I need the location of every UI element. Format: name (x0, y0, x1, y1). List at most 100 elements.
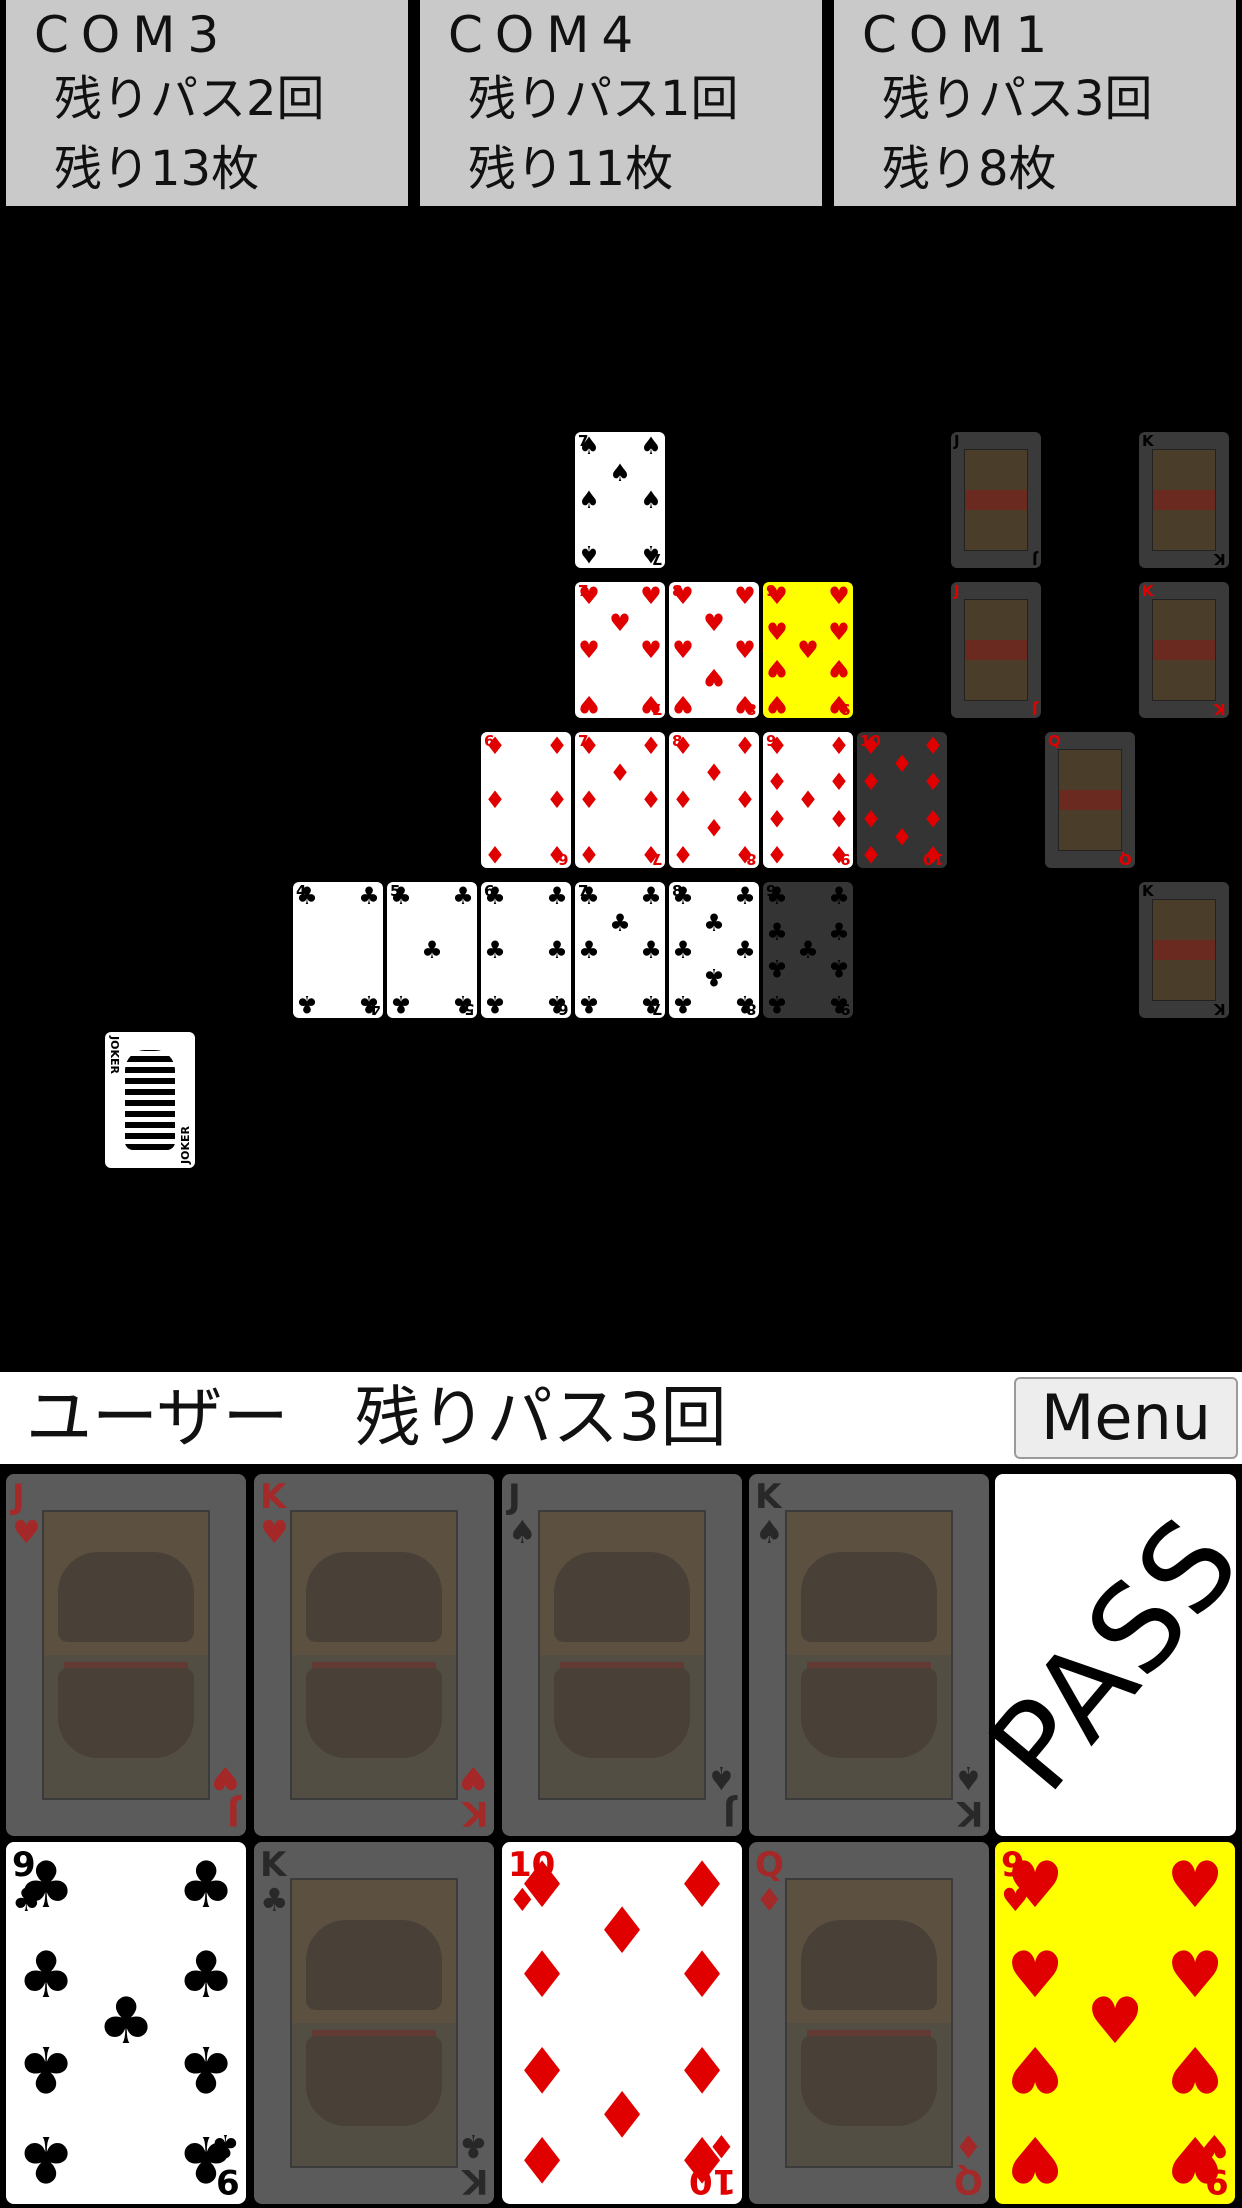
club-icon: ♣ (766, 954, 788, 983)
card-pips: ♣ ♣ ♣ ♣ ♣ ♣ (484, 884, 568, 1018)
heart-icon: ♥ (1166, 1938, 1224, 2013)
face-card-portrait (1152, 599, 1216, 701)
card-rank: J (954, 582, 960, 600)
face-card-portrait (42, 1510, 210, 1800)
diamond-icon: ♦ (860, 804, 882, 833)
menu-button[interactable]: Menu (1014, 1377, 1238, 1459)
club-icon: ♣ (640, 882, 662, 910)
card-rank: JOKER (108, 1036, 121, 1074)
card-rank: Q (1119, 850, 1132, 868)
card-rank: 6 (557, 1000, 568, 1018)
club-icon: ♣ (703, 909, 725, 937)
card-rank: 8 (745, 1000, 756, 1018)
card-rank: 9 (839, 700, 850, 718)
club-icon: ♣ (672, 882, 694, 910)
heart-icon: ♥ (260, 1513, 289, 1551)
diamond-icon: ♦ (609, 759, 631, 787)
club-icon: ♣ (828, 954, 850, 983)
diamond-icon: ♦ (703, 759, 725, 787)
heart-icon: ♥ (766, 582, 788, 610)
opponent-passes-left: 残りパス2回 (54, 71, 325, 127)
table-card: 8 ♦ ♦ ♦ ♦ ♦ ♦ ♦ ♦ 8 (669, 732, 759, 868)
card-pips: ♣ ♣ ♣ ♣ ♣ ♣ ♣ (578, 884, 662, 1018)
diamond-icon: ♦ (828, 732, 850, 760)
opponent-panel: COM3 残りパス2回 残り13枚 (6, 0, 408, 206)
club-icon: ♣ (177, 2031, 235, 2106)
card-rank: 9 (839, 1000, 850, 1018)
diamond-icon: ♦ (707, 2127, 736, 2165)
spade-icon: ♠ (640, 432, 662, 460)
diamond-icon: ♦ (484, 840, 506, 868)
face-card-portrait (1152, 449, 1216, 551)
card-rank: K (1142, 882, 1154, 900)
diamond-icon: ♦ (954, 2127, 983, 2165)
heart-icon: ♥ (766, 690, 788, 718)
card-rank: 7 (651, 850, 662, 868)
club-icon: ♣ (484, 990, 506, 1018)
club-icon: ♣ (766, 990, 788, 1018)
club-icon: ♣ (211, 2127, 240, 2165)
diamond-icon: ♦ (640, 732, 662, 760)
club-icon: ♣ (609, 909, 631, 937)
face-card-portrait (290, 1510, 458, 1800)
card-pips: ♦ ♦ ♦ ♦ ♦ ♦ ♦ ♦ ♦ ♦ (860, 734, 944, 868)
hand-card[interactable]: J ♠ J ♠ (502, 1474, 742, 1836)
diamond-icon: ♦ (673, 1938, 731, 2013)
diamond-icon: ♦ (513, 2121, 571, 2195)
heart-icon: ♥ (640, 582, 662, 610)
card-rank: 5 (463, 1000, 474, 1018)
hand-card[interactable]: 9 ♥ ♥ ♥ ♥ ♥ ♥ ♥ ♥ ♥ ♥ 9 ♥ (995, 1842, 1235, 2204)
card-rank: J (1032, 550, 1038, 568)
card-pips: ♣ ♣ ♣ ♣ ♣ (390, 884, 474, 1018)
card-rank: K (1214, 1000, 1226, 1018)
card-rank: 7 (651, 700, 662, 718)
table-card: 10 ♦ ♦ ♦ ♦ ♦ ♦ ♦ ♦ ♦ ♦ 10 (857, 732, 947, 868)
diamond-icon: ♦ (703, 813, 725, 841)
card-rank: 10 (923, 850, 944, 868)
club-icon: ♣ (390, 882, 412, 910)
card-rank: 4 (369, 1000, 380, 1018)
hand-card[interactable]: K ♠ K ♠ (749, 1474, 989, 1836)
face-card-portrait (1058, 749, 1122, 851)
club-icon: ♣ (452, 882, 474, 910)
club-icon: ♣ (734, 882, 756, 910)
table-card: 7 ♣ ♣ ♣ ♣ ♣ ♣ ♣ 7 (575, 882, 665, 1018)
card-pips: ♥ ♥ ♥ ♥ ♥ ♥ ♥ ♥ ♥ (766, 584, 850, 718)
heart-icon: ♥ (578, 636, 600, 664)
club-icon: ♣ (828, 882, 850, 910)
heart-icon: ♥ (672, 690, 694, 718)
card-rank: Q (954, 2161, 983, 2201)
hand-card[interactable]: Q ♦ Q ♦ (749, 1842, 989, 2204)
pass-label: PASS (963, 1492, 1242, 1817)
club-icon: ♣ (484, 936, 506, 964)
heart-icon: ♥ (1086, 1985, 1144, 2059)
pass-button[interactable]: PASS (963, 1474, 1242, 1836)
opponent-cards-left: 残り11枚 (468, 141, 674, 197)
hand-card[interactable]: K ♥ K ♥ (254, 1474, 494, 1836)
club-icon: ♣ (296, 990, 318, 1018)
club-icon: ♣ (17, 1849, 75, 1923)
face-card-portrait (785, 1510, 953, 1800)
heart-icon: ♥ (1200, 2127, 1229, 2165)
card-pips: ♠ ♠ ♠ ♠ ♠ ♠ ♠ (578, 434, 662, 568)
diamond-icon: ♦ (860, 732, 882, 760)
diamond-icon: ♦ (513, 1938, 571, 2013)
club-icon: ♣ (578, 936, 600, 964)
diamond-icon: ♦ (640, 786, 662, 814)
card-rank: JOKER (179, 1126, 192, 1164)
diamond-icon: ♦ (546, 732, 568, 760)
diamond-icon: ♦ (922, 767, 944, 796)
card-rank: J (723, 1793, 736, 1833)
card-pips: ♥ ♥ ♥ ♥ ♥ ♥ ♥ ♥ ♥ (1006, 1854, 1223, 2195)
hand-card[interactable]: J ♥ J ♥ (6, 1474, 246, 1836)
hand-card[interactable]: 10 ♦ ♦ ♦ ♦ ♦ ♦ ♦ ♦ ♦ ♦ ♦ 10 ♦ (502, 1842, 742, 2204)
card-rank: 8 (745, 850, 756, 868)
hand-card[interactable]: 9 ♣ ♣ ♣ ♣ ♣ ♣ ♣ ♣ ♣ ♣ 9 ♣ (6, 1842, 246, 2204)
diamond-icon: ♦ (891, 750, 913, 779)
heart-icon: ♥ (766, 654, 788, 683)
diamond-icon: ♦ (578, 840, 600, 868)
hand-card[interactable]: K ♣ K ♣ (254, 1842, 494, 2204)
club-icon: ♣ (546, 936, 568, 964)
club-icon: ♣ (177, 1938, 235, 2013)
card-pips: ♣ ♣ ♣ ♣ ♣ ♣ ♣ ♣ ♣ (766, 884, 850, 1018)
